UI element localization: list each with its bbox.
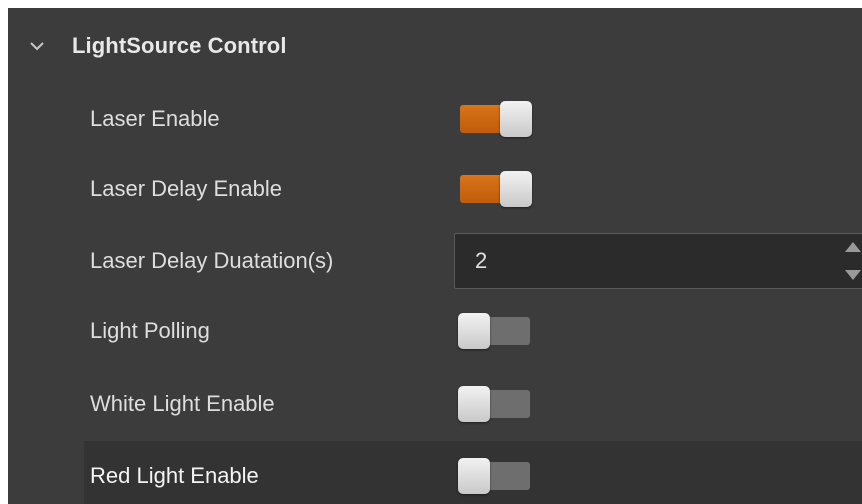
property-row-laser-enable: Laser Enable: [84, 84, 862, 154]
property-row-laser-delay-duration: Laser Delay Duatation(s) 2: [84, 226, 862, 296]
section-header-lightsource-control[interactable]: LightSource Control: [8, 8, 862, 86]
toggle-thumb[interactable]: [458, 313, 490, 349]
spinbox-value[interactable]: 2: [475, 248, 487, 274]
property-row-laser-delay-enable: Laser Delay Enable: [84, 154, 862, 224]
chevron-down-icon[interactable]: [29, 38, 45, 54]
property-label: Laser Delay Enable: [90, 176, 283, 201]
toggle-thumb[interactable]: [500, 101, 532, 137]
spin-up-arrow-icon[interactable]: [845, 242, 861, 252]
property-row-red-light-enable[interactable]: Red Light Enable: [84, 441, 862, 504]
properties-panel: LightSource Control Laser Enable Laser D…: [8, 8, 862, 504]
property-row-light-polling: Light Polling: [84, 296, 862, 366]
laser-enable-toggle[interactable]: [458, 101, 532, 137]
toggle-thumb[interactable]: [500, 171, 532, 207]
white-light-enable-toggle[interactable]: [458, 386, 532, 422]
property-label: Light Polling: [90, 318, 210, 343]
laser-delay-duration-spinbox[interactable]: 2: [454, 233, 862, 289]
property-label: Red Light Enable: [90, 463, 259, 488]
toggle-thumb[interactable]: [458, 386, 490, 422]
red-light-enable-toggle[interactable]: [458, 458, 532, 494]
property-row-white-light-enable: White Light Enable: [84, 369, 862, 439]
property-label: Laser Enable: [90, 106, 220, 131]
spin-down-arrow-icon[interactable]: [845, 270, 861, 280]
section-title: LightSource Control: [72, 33, 287, 58]
property-label: Laser Delay Duatation(s): [90, 248, 334, 273]
light-polling-toggle[interactable]: [458, 313, 532, 349]
property-label: White Light Enable: [90, 391, 275, 416]
laser-delay-enable-toggle[interactable]: [458, 171, 532, 207]
toggle-thumb[interactable]: [458, 458, 490, 494]
